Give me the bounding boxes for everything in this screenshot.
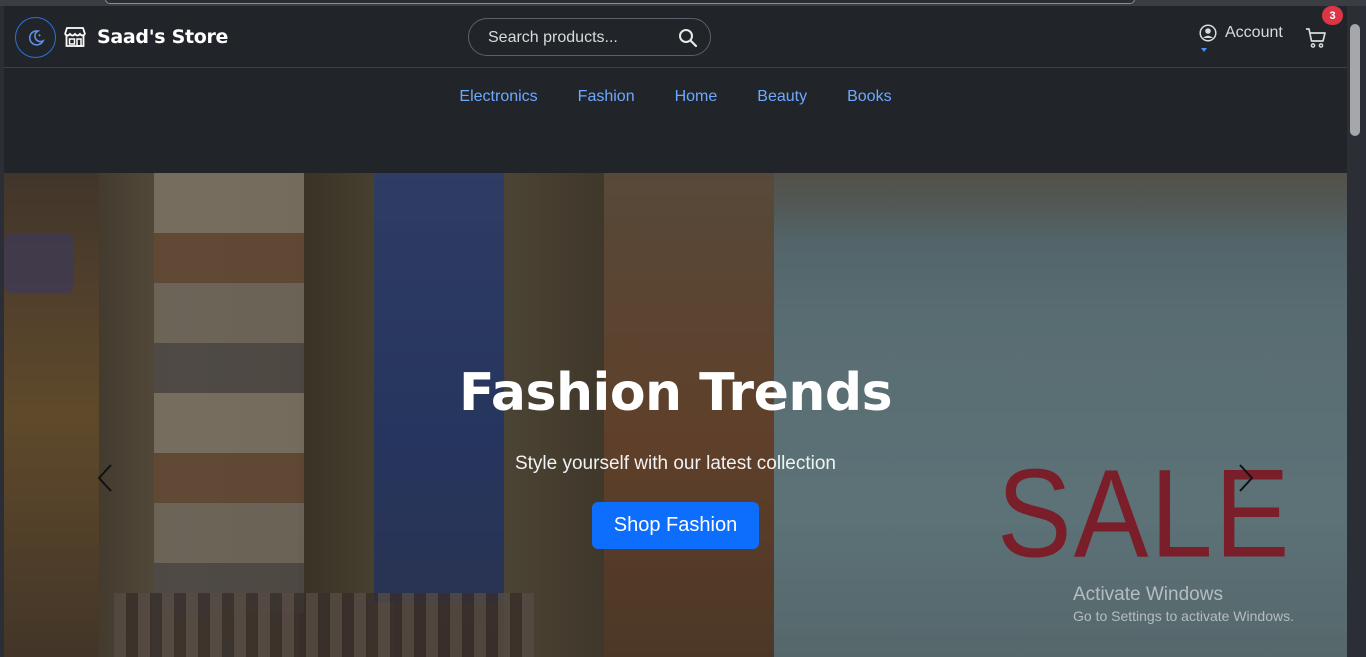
vertical-scrollbar[interactable] — [1347, 6, 1366, 657]
watermark-subtitle: Go to Settings to activate Windows. — [1073, 608, 1294, 624]
user-circle-icon — [1199, 24, 1217, 42]
hero-subtitle: Style yourself with our latest collectio… — [514, 453, 837, 474]
category-link-home[interactable]: Home — [655, 86, 738, 110]
search-icon[interactable] — [678, 28, 698, 48]
chevron-down-icon — [1201, 48, 1207, 52]
page: Saad's Store Account 3 Electronics — [4, 6, 1347, 657]
cart-count-badge: 3 — [1322, 6, 1343, 25]
activate-windows-watermark: Activate Windows Go to Settings to activ… — [1073, 584, 1294, 624]
account-label: Account — [1225, 24, 1283, 41]
store-icon — [64, 27, 86, 47]
account-link[interactable]: Account — [1199, 24, 1283, 52]
search-input[interactable] — [488, 27, 673, 49]
category-link-beauty[interactable]: Beauty — [737, 86, 827, 110]
moon-icon — [28, 29, 45, 46]
search-bar — [468, 18, 711, 56]
theme-toggle-button[interactable] — [15, 17, 56, 58]
watermark-title: Activate Windows — [1073, 584, 1223, 605]
scrollbar-thumb[interactable] — [1350, 24, 1360, 136]
category-link-books[interactable]: Books — [827, 86, 911, 110]
shop-fashion-button[interactable]: Shop Fashion — [592, 502, 759, 549]
category-link-fashion[interactable]: Fashion — [558, 86, 655, 110]
site-header: Saad's Store Account 3 — [4, 6, 1347, 68]
brand-link[interactable]: Saad's Store — [97, 26, 228, 48]
category-link-electronics[interactable]: Electronics — [439, 86, 557, 110]
cart-icon[interactable] — [1304, 26, 1328, 50]
hero-title: Fashion Trends — [458, 363, 893, 423]
browser-tab-outline — [105, 0, 1135, 4]
category-nav: Electronics Fashion Home Beauty Books — [4, 86, 1347, 110]
